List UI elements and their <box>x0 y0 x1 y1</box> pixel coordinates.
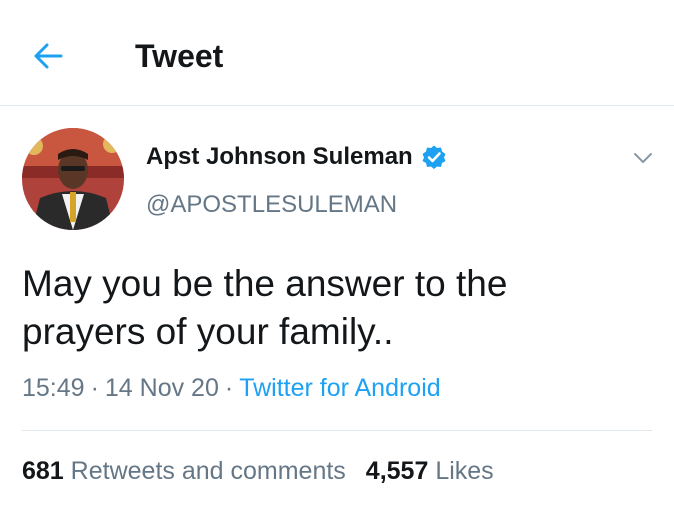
likes-stat[interactable]: 4,557 Likes <box>366 457 494 485</box>
chevron-down-icon <box>634 153 652 163</box>
likes-count: 4,557 <box>365 457 429 485</box>
tweet-meta: 15:49 · 14 Nov 20 · Twitter for Android <box>22 372 441 404</box>
tweet-text-line-1: May you be the answer to the <box>22 263 508 304</box>
divider <box>22 430 652 431</box>
tweet-text: May you be the answer to the prayers of … <box>22 260 642 356</box>
tweet-time: 15:49 <box>22 374 85 402</box>
tweet-source-link[interactable]: Twitter for Android <box>239 374 440 402</box>
retweets-stat[interactable]: 681 Retweets and comments <box>22 457 346 485</box>
author-handle[interactable]: @APOSTLESULEMAN <box>146 190 397 220</box>
meta-separator: · <box>90 374 99 402</box>
page-title: Tweet <box>135 38 224 74</box>
author-display-name[interactable]: Apst Johnson Suleman <box>146 142 413 172</box>
profile-photo <box>22 128 124 230</box>
tweet-stats: 681 Retweets and comments 4,557 Likes <box>22 455 494 487</box>
arrow-left-icon <box>34 43 63 69</box>
tweet-text-line-2: prayers of your family.. <box>22 311 394 352</box>
likes-label: Likes <box>435 457 494 485</box>
back-button[interactable] <box>28 36 68 76</box>
avatar[interactable] <box>22 128 124 230</box>
tweet-date: 14 Nov 20 <box>104 374 219 402</box>
author-name-row[interactable]: Apst Johnson Suleman <box>146 142 447 172</box>
more-options-button[interactable] <box>628 146 658 170</box>
verified-badge-icon <box>422 145 446 169</box>
retweets-label: Retweets and comments <box>70 457 346 485</box>
meta-separator: · <box>224 374 234 402</box>
top-bar: Tweet <box>0 0 674 106</box>
retweets-count: 681 <box>22 457 64 485</box>
